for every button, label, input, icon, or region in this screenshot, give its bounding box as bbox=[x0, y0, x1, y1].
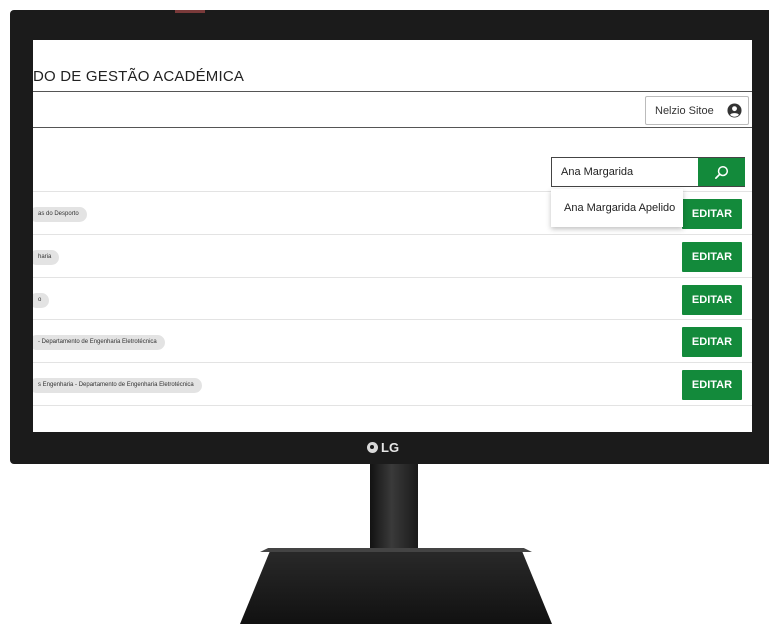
edit-button[interactable]: EDITAR bbox=[682, 370, 742, 400]
department-chip: as do Desporto bbox=[33, 207, 87, 222]
user-menu[interactable]: Nelzio Sitoe bbox=[645, 96, 749, 125]
brand-logo: LG bbox=[367, 440, 399, 455]
department-chip: o bbox=[33, 293, 50, 308]
monitor-scene: DO DE GESTÃO ACADÉMICA Nelzio Sitoe Ana … bbox=[0, 0, 769, 624]
table-row: haria EDITAR bbox=[33, 234, 752, 276]
monitor-stand-base bbox=[240, 548, 552, 624]
table-row: s Engenharia - Departamento de Engenhari… bbox=[33, 362, 752, 404]
header-divider bbox=[33, 91, 752, 92]
monitor-stand-neck bbox=[370, 464, 418, 552]
bezel-reflection bbox=[175, 10, 205, 13]
search-bar bbox=[551, 157, 745, 187]
stand-base-highlight bbox=[260, 548, 532, 552]
user-circle-icon bbox=[727, 103, 742, 118]
edit-button[interactable]: EDITAR bbox=[682, 199, 742, 229]
monitor-screen: DO DE GESTÃO ACADÉMICA Nelzio Sitoe Ana … bbox=[33, 40, 752, 432]
edit-button[interactable]: EDITAR bbox=[682, 327, 742, 357]
table-row bbox=[33, 405, 752, 432]
app-title: DO DE GESTÃO ACADÉMICA bbox=[33, 68, 245, 85]
toolbar-divider bbox=[33, 127, 752, 128]
table-row: - Departamento de Engenharia Eletrotécni… bbox=[33, 319, 752, 361]
department-chip: s Engenharia - Departamento de Engenhari… bbox=[33, 378, 202, 393]
search-icon bbox=[715, 165, 729, 179]
brand-name: LG bbox=[381, 440, 400, 455]
table-row: o EDITAR bbox=[33, 277, 752, 319]
user-name: Nelzio Sitoe bbox=[655, 104, 714, 117]
department-chip: - Departamento de Engenharia Eletrotécni… bbox=[33, 335, 165, 350]
search-suggestion[interactable]: Ana Margarida Apelido bbox=[551, 189, 683, 227]
search-button[interactable] bbox=[698, 158, 745, 186]
department-chip: haria bbox=[33, 250, 60, 265]
search-input[interactable] bbox=[552, 158, 697, 186]
edit-button[interactable]: EDITAR bbox=[682, 242, 742, 272]
lg-logo-icon bbox=[367, 442, 378, 453]
edit-button[interactable]: EDITAR bbox=[682, 285, 742, 315]
